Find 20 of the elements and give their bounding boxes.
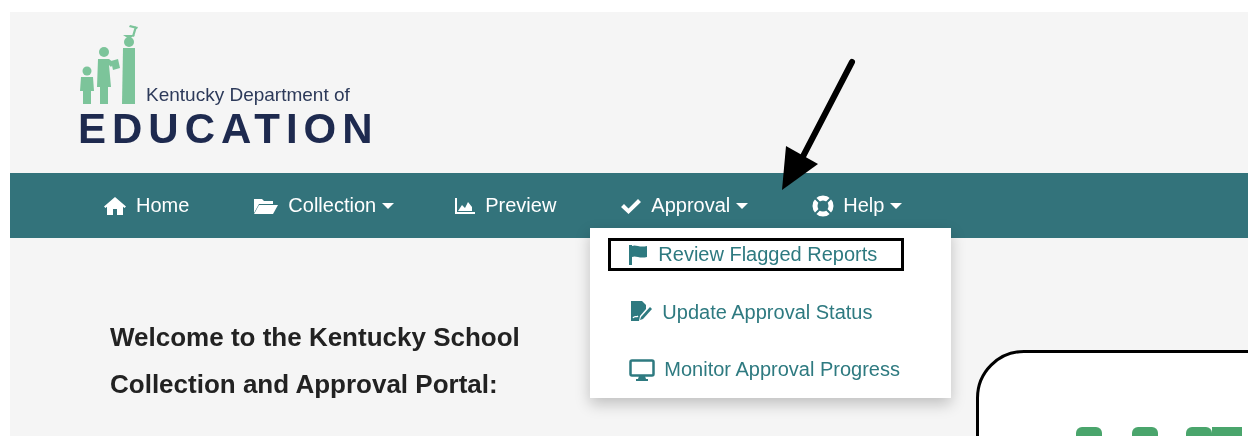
menu-item[interactable]: Monitor Approval Progress xyxy=(622,353,907,386)
menu-item[interactable]: Update Approval Status xyxy=(622,295,880,329)
welcome-heading: Collection and Approval Portal: xyxy=(110,368,498,401)
nav-link[interactable]: Collection xyxy=(243,194,405,217)
nav-link[interactable]: Approval xyxy=(610,194,759,217)
flag-icon xyxy=(627,243,650,266)
home-icon xyxy=(103,195,127,216)
chart-icon xyxy=(454,196,477,215)
folder-icon xyxy=(253,196,280,215)
welcome-heading: Welcome to the Kentucky School xyxy=(110,321,520,354)
lifering-icon xyxy=(812,194,835,217)
document-pen-icon xyxy=(629,300,654,324)
logo-subtitle: Kentucky Department of xyxy=(146,84,350,106)
logo-title: EDUCATION xyxy=(78,108,379,150)
monitor-icon xyxy=(629,358,656,381)
nav-link[interactable]: Home xyxy=(93,194,200,217)
menu-item[interactable]: Review Flagged Reports xyxy=(608,238,905,271)
nav-link[interactable]: Preview xyxy=(444,194,567,217)
nav-link[interactable]: Help xyxy=(802,194,913,217)
check-icon xyxy=(620,196,643,215)
